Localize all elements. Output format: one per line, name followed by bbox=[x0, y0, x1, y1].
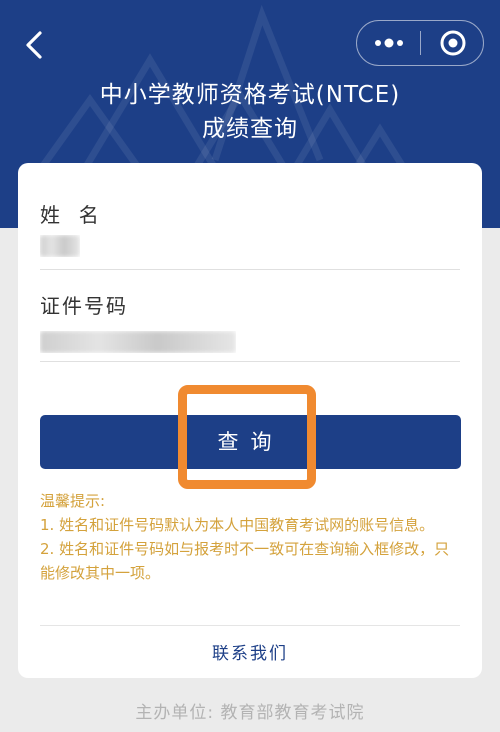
page-title: 中小学教师资格考试(NTCE) 成绩查询 bbox=[0, 78, 500, 146]
tip-item: 2. 姓名和证件号码如与报考时不一致可在查询输入框修改，只能修改其中一项。 bbox=[40, 540, 450, 582]
tips-section: 温馨提示: 1. 姓名和证件号码默认为本人中国教育考试网的账号信息。 2. 姓名… bbox=[40, 489, 460, 585]
tips-heading: 温馨提示: bbox=[40, 492, 106, 510]
name-field-underline bbox=[40, 269, 460, 270]
footer-organizer: 主办单位: 教育部教育考试院 bbox=[135, 703, 365, 723]
name-label: 姓 名 bbox=[40, 203, 101, 227]
id-field-underline bbox=[40, 361, 460, 362]
divider bbox=[40, 625, 460, 626]
chevron-left-icon[interactable] bbox=[18, 28, 52, 62]
page-title-line2: 成绩查询 bbox=[202, 116, 298, 142]
target-circle-icon[interactable] bbox=[431, 28, 475, 58]
menu-capsule bbox=[356, 20, 484, 66]
id-label: 证件号码 bbox=[40, 294, 128, 318]
query-button[interactable]: 查询 bbox=[40, 415, 461, 469]
name-input[interactable] bbox=[40, 235, 80, 257]
contact-us-link[interactable]: 联系我们 bbox=[18, 639, 482, 664]
page-title-line1: 中小学教师资格考试(NTCE) bbox=[99, 82, 401, 108]
capsule-divider bbox=[420, 31, 421, 55]
id-number-input[interactable] bbox=[40, 331, 236, 353]
query-card: 姓 名 证件号码 查询 温馨提示: 1. 姓名和证件号码默认为本人中国教育考试网… bbox=[18, 163, 482, 678]
tip-item: 1. 姓名和证件号码默认为本人中国教育考试网的账号信息。 bbox=[40, 516, 435, 534]
more-dots-icon[interactable] bbox=[367, 29, 411, 57]
